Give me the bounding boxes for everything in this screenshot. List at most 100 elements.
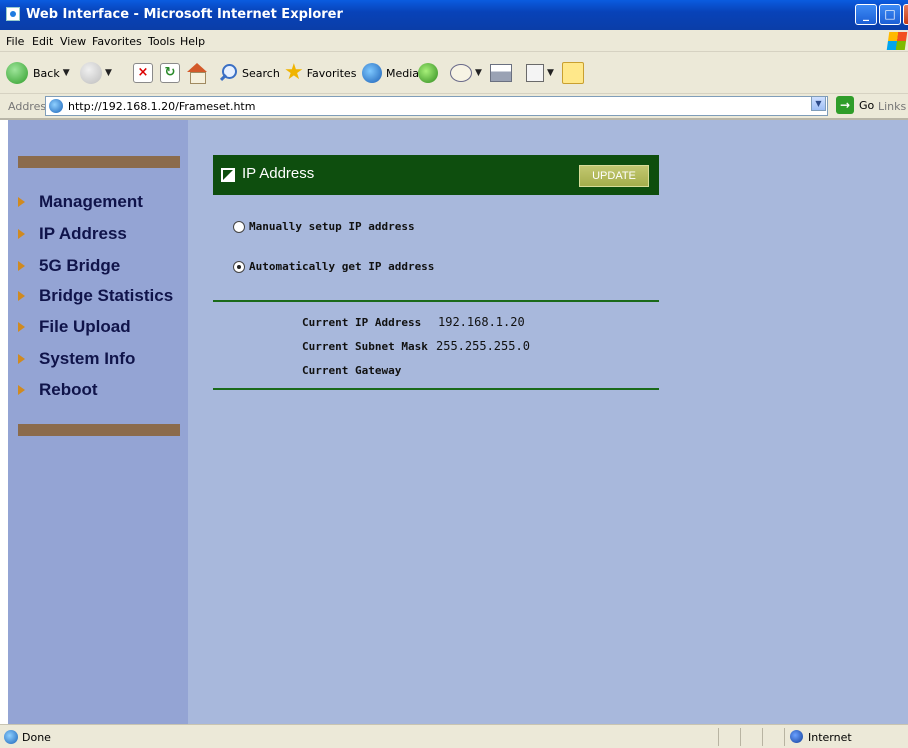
- forward-button[interactable]: ▼: [80, 62, 112, 84]
- bullet-arrow-icon: [18, 291, 25, 301]
- menu-tools[interactable]: Tools: [148, 35, 175, 48]
- search-button[interactable]: Search: [218, 63, 280, 83]
- current-subnet-value: 255.255.255.0: [436, 339, 530, 353]
- mail-dropdown-icon[interactable]: ▼: [475, 68, 482, 78]
- menu-edit[interactable]: Edit: [32, 35, 53, 48]
- search-icon: [218, 63, 238, 83]
- security-zone-label: Internet: [808, 731, 852, 744]
- menu-file[interactable]: File: [6, 35, 24, 48]
- edit-dropdown-icon[interactable]: ▼: [547, 68, 554, 78]
- panel-header: IP Address UPDATE: [213, 155, 659, 195]
- bullet-arrow-icon: [18, 354, 25, 364]
- print-button[interactable]: [490, 64, 512, 82]
- stop-button[interactable]: ×: [133, 63, 153, 83]
- status-text: Done: [22, 731, 51, 744]
- edit-button[interactable]: ▼: [526, 64, 554, 82]
- close-button[interactable]: ×: [903, 4, 908, 25]
- bullet-arrow-icon: [18, 385, 25, 395]
- edit-icon: [526, 64, 544, 82]
- messenger-button[interactable]: [562, 62, 584, 84]
- history-icon: [418, 63, 438, 83]
- status-separator: [740, 728, 741, 746]
- refresh-icon: ↻: [160, 63, 180, 83]
- ie-app-icon: [6, 7, 20, 21]
- divider-bottom: [213, 388, 659, 390]
- sidebar: Management IP Address 5G Bridge Bridge S…: [8, 120, 188, 724]
- current-ip-label: Current IP Address: [302, 316, 422, 329]
- go-arrow-icon: →: [836, 96, 854, 114]
- window-title-bar: Web Interface - Microsoft Internet Explo…: [0, 0, 908, 30]
- sidebar-item-5g-bridge[interactable]: 5G Bridge: [18, 256, 120, 276]
- sidebar-item-label: File Upload: [39, 317, 131, 336]
- links-button[interactable]: Links: [878, 100, 906, 113]
- sidebar-item-label: IP Address: [39, 224, 127, 243]
- menu-bar: File Edit View Favorites Tools Help: [0, 30, 908, 52]
- media-button[interactable]: Media: [362, 63, 419, 83]
- sidebar-item-label: Bridge Statistics: [39, 286, 174, 305]
- address-dropdown-icon[interactable]: ▼: [811, 96, 826, 111]
- current-subnet-label: Current Subnet Mask: [302, 340, 428, 353]
- sidebar-item-label: 5G Bridge: [39, 256, 121, 275]
- menu-view[interactable]: View: [60, 35, 86, 48]
- home-button[interactable]: [186, 63, 208, 84]
- maximize-button[interactable]: □: [879, 4, 901, 25]
- page-content: Management IP Address 5G Bridge Bridge S…: [0, 118, 908, 724]
- bullet-arrow-icon: [18, 261, 25, 271]
- sidebar-divider-top: [18, 156, 180, 168]
- minimize-button[interactable]: _: [855, 4, 877, 25]
- bullet-arrow-icon: [18, 229, 25, 239]
- refresh-button[interactable]: ↻: [160, 63, 180, 83]
- sidebar-item-file-upload[interactable]: File Upload: [18, 317, 131, 337]
- go-button[interactable]: → Go: [836, 96, 874, 114]
- current-ip-value: 192.168.1.20: [438, 315, 525, 329]
- sidebar-item-reboot[interactable]: Reboot: [18, 380, 98, 400]
- go-label: Go: [859, 98, 875, 112]
- forward-dropdown-icon[interactable]: ▼: [105, 68, 112, 78]
- status-separator: [718, 728, 719, 746]
- menu-favorites[interactable]: Favorites: [92, 35, 142, 48]
- divider-top: [213, 300, 659, 302]
- address-bar: Address http://192.168.1.20/Frameset.htm…: [0, 94, 908, 118]
- manual-ip-option[interactable]: Manually setup IP address: [233, 220, 415, 233]
- auto-ip-radio[interactable]: [233, 260, 245, 273]
- media-label: Media: [386, 66, 420, 80]
- forward-arrow-icon: [80, 62, 102, 84]
- sidebar-item-system-info[interactable]: System Info: [18, 349, 135, 369]
- mail-button[interactable]: ▼: [450, 64, 482, 82]
- window-title: Web Interface - Microsoft Internet Explo…: [26, 7, 343, 22]
- back-dropdown-icon[interactable]: ▼: [63, 68, 70, 78]
- favorites-label: Favorites: [306, 66, 357, 80]
- address-url[interactable]: http://192.168.1.20/Frameset.htm: [68, 100, 255, 113]
- panel-title: IP Address: [242, 165, 315, 182]
- update-button[interactable]: UPDATE: [579, 165, 649, 187]
- standard-toolbar: Back ▼ ▼ × ↻ Search ★ Favorites Media ▼ …: [0, 52, 908, 94]
- page-icon: [49, 99, 63, 113]
- stop-icon: ×: [133, 63, 153, 83]
- manual-ip-label: Manually setup IP address: [249, 220, 415, 233]
- bullet-arrow-icon: [18, 197, 25, 207]
- back-arrow-icon: [6, 62, 28, 84]
- windows-logo-icon: [886, 32, 908, 50]
- address-input[interactable]: http://192.168.1.20/Frameset.htm: [45, 96, 828, 116]
- back-button[interactable]: Back ▼: [6, 62, 70, 84]
- bullet-arrow-icon: [18, 322, 25, 332]
- sidebar-item-ip-address[interactable]: IP Address: [18, 224, 127, 244]
- status-bar: Done Internet: [0, 724, 908, 748]
- sidebar-divider-bottom: [18, 424, 180, 436]
- panel-header-icon: [221, 168, 235, 182]
- media-icon: [362, 63, 382, 83]
- home-icon: [186, 63, 208, 84]
- mail-icon: [450, 64, 472, 82]
- back-label: Back: [33, 66, 60, 80]
- main-pane: IP Address UPDATE Manually setup IP addr…: [188, 120, 908, 724]
- status-separator: [762, 728, 763, 746]
- note-icon: [562, 62, 584, 84]
- favorites-button[interactable]: ★ Favorites: [284, 60, 357, 85]
- favorites-star-icon: ★: [284, 60, 304, 85]
- menu-help[interactable]: Help: [180, 35, 205, 48]
- manual-ip-radio[interactable]: [233, 220, 245, 233]
- sidebar-item-management[interactable]: Management: [18, 192, 143, 212]
- auto-ip-option[interactable]: Automatically get IP address: [233, 260, 434, 273]
- sidebar-item-bridge-statistics[interactable]: Bridge Statistics: [18, 286, 173, 306]
- history-button[interactable]: [418, 63, 438, 83]
